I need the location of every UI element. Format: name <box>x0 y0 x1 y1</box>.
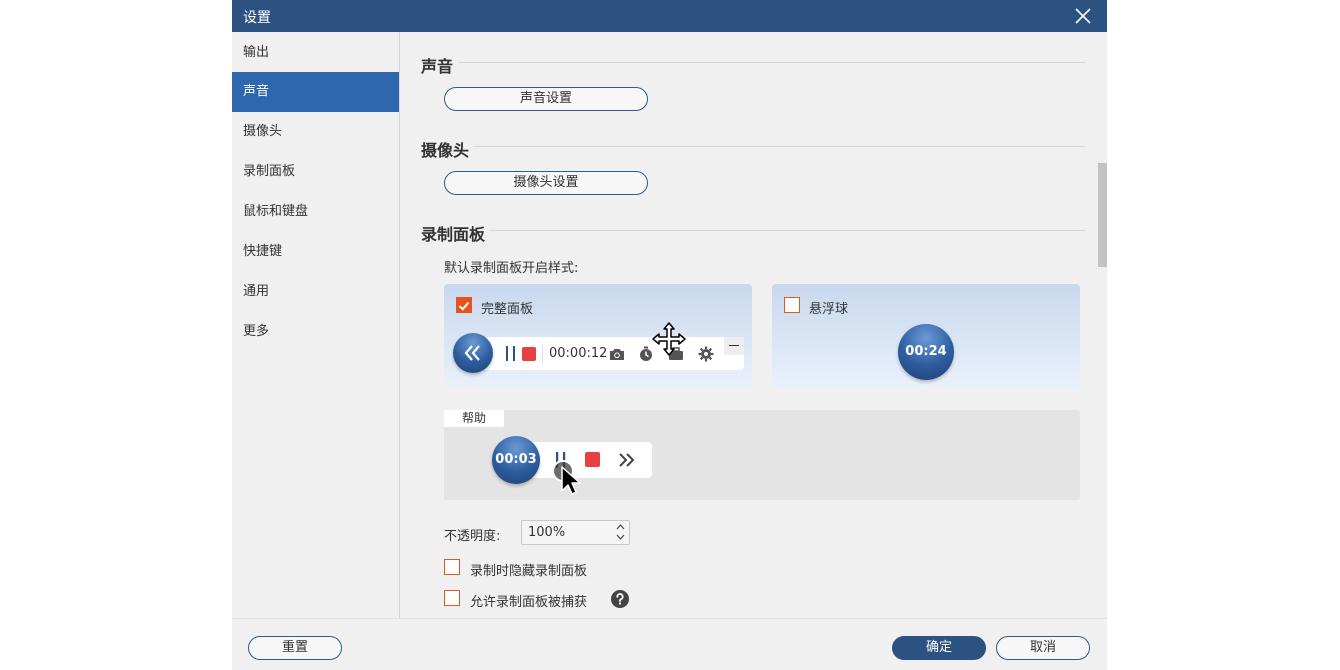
sidebar-item-sound[interactable]: 声音 <box>232 72 399 112</box>
sidebar-item-hotkeys[interactable]: 快捷键 <box>232 232 399 272</box>
reset-button[interactable]: 重置 <box>248 636 342 660</box>
ok-button[interactable]: 确定 <box>892 636 986 660</box>
pointer-cursor-icon <box>561 466 581 495</box>
cancel-button[interactable]: 取消 <box>996 636 1090 660</box>
section-title-record-panel: 录制面板 <box>421 225 486 244</box>
sidebar-item-output[interactable]: 输出 <box>232 33 399 73</box>
default-style-label: 默认录制面板开启样式: <box>444 261 579 276</box>
chevron-up-icon[interactable] <box>616 523 625 530</box>
float-ball-checkbox[interactable] <box>784 297 800 313</box>
opacity-label: 不透明度: <box>444 529 501 544</box>
sidebar: 输出 声音 摄像头 录制面板 鼠标和键盘 快捷键 通用 更多 <box>232 32 399 618</box>
settings-dialog: 设置 输出 声音 摄像头 录制面板 鼠标和键盘 快捷键 通用 更多 声音 声音设… <box>232 0 1107 670</box>
full-panel-preview-toolbar: 00:00:12 <box>470 337 744 370</box>
float-ball-preview: 00:24 <box>898 324 954 380</box>
opacity-spinner[interactable]: 100% <box>521 520 630 545</box>
stop-icon <box>522 347 536 361</box>
allow-capture-checkbox[interactable] <box>444 590 460 606</box>
collapse-ball <box>453 333 493 373</box>
sound-settings-button[interactable]: 声音设置 <box>444 87 648 111</box>
hide-panel-label: 录制时隐藏录制面板 <box>470 564 588 579</box>
sidebar-item-camera[interactable]: 摄像头 <box>232 112 399 152</box>
help-question-icon[interactable] <box>611 590 629 608</box>
minimize-icon <box>729 345 739 346</box>
opacity-value: 100% <box>528 525 566 540</box>
full-panel-label: 完整面板 <box>481 302 534 317</box>
float-ball-label: 悬浮球 <box>809 302 849 317</box>
settings-content: 声音 声音设置 摄像头 摄像头设置 录制面板 默认录制面板开启样式: 完整面板 … <box>400 32 1107 618</box>
gear-icon <box>698 346 714 362</box>
section-divider <box>473 146 1085 147</box>
sidebar-item-general[interactable]: 通用 <box>232 272 399 312</box>
double-chevron-left-icon <box>464 345 480 361</box>
check-icon <box>458 301 470 311</box>
pause-icon <box>506 346 515 361</box>
double-chevron-right-icon <box>619 453 635 467</box>
sidebar-item-record-panel[interactable]: 录制面板 <box>232 152 399 192</box>
camera-settings-button[interactable]: 摄像头设置 <box>444 171 648 195</box>
elapsed-time: 00:00:12 <box>549 346 608 361</box>
move-cursor-icon <box>652 322 686 356</box>
title-bar: 设置 <box>232 0 1107 32</box>
minimize-button <box>724 337 744 355</box>
section-divider <box>458 62 1085 63</box>
sidebar-item-mouse-keyboard[interactable]: 鼠标和键盘 <box>232 192 399 232</box>
toolbar-separator <box>542 345 543 363</box>
section-title-camera: 摄像头 <box>421 141 470 160</box>
sidebar-item-more[interactable]: 更多 <box>232 312 399 352</box>
window-title: 设置 <box>243 10 271 26</box>
dialog-footer: 重置 确定 取消 <box>232 618 1107 670</box>
help-timer-ball: 00:03 <box>492 436 540 484</box>
hide-panel-checkbox[interactable] <box>444 559 460 575</box>
float-ball-option[interactable]: 悬浮球 00:24 <box>772 284 1080 388</box>
chevron-down-icon[interactable] <box>616 534 625 541</box>
stop-icon <box>585 452 600 467</box>
full-panel-option[interactable]: 完整面板 00:00:12 <box>444 284 752 388</box>
close-icon[interactable] <box>1073 6 1093 26</box>
scrollbar-thumb[interactable] <box>1098 163 1107 267</box>
full-panel-checkbox[interactable] <box>456 297 472 313</box>
section-divider <box>489 230 1085 231</box>
camera-snapshot-icon <box>610 349 624 360</box>
allow-capture-label: 允许录制面板被捕获 <box>470 595 588 610</box>
section-title-sound: 声音 <box>421 57 454 76</box>
help-preview-area: 帮助 00:03 <box>444 410 1080 500</box>
help-tab[interactable]: 帮助 <box>444 410 504 427</box>
